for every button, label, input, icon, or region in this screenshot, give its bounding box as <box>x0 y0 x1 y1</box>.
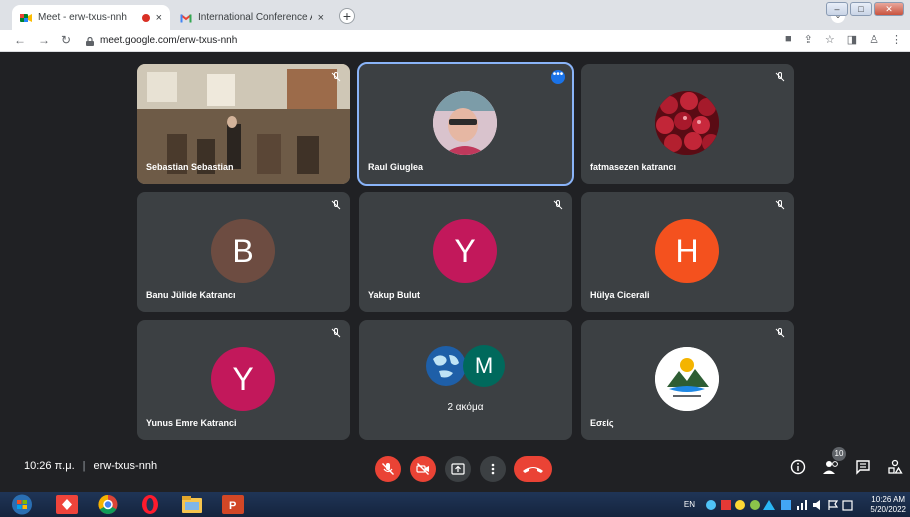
maximize-button[interactable]: □ <box>850 2 872 16</box>
participant-tile[interactable]: ••• Raul Giuglea <box>357 62 574 186</box>
participant-name: Banu Jülide Katrancı <box>146 290 236 300</box>
mic-off-icon <box>331 72 341 82</box>
profile-icon[interactable]: ♙ <box>869 33 879 46</box>
close-tab-icon[interactable]: × <box>318 12 324 24</box>
meet-favicon-icon <box>20 13 32 22</box>
tab-title: International Conference Agenda <box>198 12 312 23</box>
browser-tab-strip: Meet - erw-txus-nnh × International Conf… <box>0 0 910 30</box>
meet-control-bar: 10:26 π.μ. | erw-txus-nnh 10 <box>0 445 910 492</box>
windows-taskbar: P EN 10:26 AM 5/20/2022 <box>0 492 910 517</box>
browser-toolbar: ← → ↻ meet.google.com/erw-txus-nnh ■ ⇪ ☆… <box>0 30 910 52</box>
language-indicator[interactable]: EN <box>684 500 695 509</box>
clock-date: 5/20/2022 <box>870 505 906 514</box>
camera-off-icon <box>416 463 429 475</box>
reload-icon[interactable]: ↻ <box>61 33 71 47</box>
recording-indicator-icon <box>141 13 150 22</box>
cherries-photo <box>655 91 719 155</box>
tab-title: Meet - erw-txus-nnh <box>38 12 127 23</box>
avatar-initial: H <box>655 219 719 283</box>
people-icon[interactable] <box>822 459 840 475</box>
chat-icon[interactable] <box>855 459 871 475</box>
close-window-button[interactable]: ✕ <box>874 2 904 16</box>
bookmark-star-icon[interactable]: ☆ <box>825 33 835 46</box>
close-tab-icon[interactable]: × <box>156 12 162 24</box>
participant-tile[interactable]: Y Yunus Emre Katranci <box>137 320 350 440</box>
share-icon[interactable]: ⇪ <box>804 33 813 46</box>
windows-start-icon[interactable] <box>10 494 34 515</box>
mic-off-icon <box>775 328 785 338</box>
more-participants-label: 2 ακόμα <box>447 402 484 413</box>
avatar-initial: Y <box>211 347 275 411</box>
meeting-code: erw-txus-nnh <box>93 460 158 472</box>
opera-icon[interactable] <box>138 494 162 515</box>
mic-off-icon <box>775 200 785 210</box>
hang-up-icon <box>523 467 543 473</box>
mic-off-icon <box>553 200 563 210</box>
side-panel-icon[interactable]: ◨ <box>847 33 857 46</box>
forward-icon[interactable]: → <box>38 33 50 47</box>
back-icon[interactable]: ← <box>14 33 26 47</box>
participant-name: Hülya Cicerali <box>590 290 650 300</box>
camera-toggle-button[interactable] <box>410 456 436 482</box>
present-icon <box>451 463 465 475</box>
separator: | <box>82 460 86 472</box>
avatar-initial: M <box>463 345 505 387</box>
participant-photo <box>433 91 497 155</box>
taskbar-clock[interactable]: 10:26 AM 5/20/2022 <box>870 495 906 515</box>
avatar-initial: B <box>211 219 275 283</box>
toolbar-icons: ■ ⇪ ☆ ◨ ♙ ⋮ <box>785 33 902 46</box>
gmail-favicon-icon <box>180 13 192 22</box>
current-time: 10:26 π.μ. <box>24 460 75 472</box>
clock-time: 10:26 AM <box>871 495 906 504</box>
more-participants-tile[interactable]: M 2 ακόμα <box>359 320 572 440</box>
participant-name: Raul Giuglea <box>368 162 424 172</box>
participant-tile[interactable]: fatmasezen katrancı <box>581 64 794 184</box>
powerpoint-icon[interactable]: P <box>221 494 245 515</box>
participant-tile[interactable]: B Banu Jülide Katrancı <box>137 192 350 312</box>
present-screen-button[interactable] <box>445 456 471 482</box>
participant-name: Yunus Emre Katranci <box>146 418 237 428</box>
camera-in-use-icon[interactable]: ■ <box>785 33 792 46</box>
participant-name: Sebastian Sebastian <box>146 162 234 172</box>
chrome-icon[interactable] <box>96 494 120 515</box>
mic-off-icon <box>775 72 785 82</box>
leave-call-button[interactable] <box>514 456 552 482</box>
activities-icon[interactable] <box>887 459 903 475</box>
tray-icons <box>706 500 853 511</box>
mic-off-icon <box>331 328 341 338</box>
address-bar[interactable]: meet.google.com/erw-txus-nnh <box>86 32 776 50</box>
participant-tile[interactable]: Sebastian Sebastian <box>137 64 350 184</box>
anydesk-icon[interactable] <box>55 494 79 515</box>
participant-name: Εσείς <box>590 418 614 428</box>
mic-off-icon <box>382 463 394 475</box>
participant-logo <box>655 347 719 411</box>
mountain-logo-icon <box>655 347 719 411</box>
more-options-icon[interactable]: ••• <box>551 70 565 84</box>
participant-name: fatmasezen katrancı <box>590 162 677 172</box>
lock-icon <box>86 36 94 46</box>
participant-tile[interactable]: Y Yakup Bulut <box>359 192 572 312</box>
minimize-button[interactable]: – <box>826 2 848 16</box>
profile-photo <box>433 91 497 155</box>
meeting-info: 10:26 π.μ. | erw-txus-nnh <box>24 460 157 472</box>
self-tile[interactable]: Εσείς <box>581 320 794 440</box>
mic-toggle-button[interactable] <box>375 456 401 482</box>
tab-meet[interactable]: Meet - erw-txus-nnh × <box>12 5 170 30</box>
svg-text:P: P <box>229 500 236 512</box>
url-text: meet.google.com/erw-txus-nnh <box>100 35 238 46</box>
mic-off-icon <box>331 200 341 210</box>
participant-photo <box>655 91 719 155</box>
window-controls: – □ ✕ <box>826 2 904 16</box>
file-explorer-icon[interactable] <box>180 494 204 515</box>
more-options-button[interactable] <box>480 456 506 482</box>
participant-tile[interactable]: H Hülya Cicerali <box>581 192 794 312</box>
avatar-initial: Y <box>433 219 497 283</box>
participant-name: Yakup Bulut <box>368 290 421 300</box>
new-tab-button[interactable]: + <box>339 8 355 24</box>
menu-dots-icon[interactable]: ⋮ <box>891 33 902 46</box>
globe-logo-icon <box>426 346 466 386</box>
vertical-dots-icon <box>491 463 495 475</box>
tab-conference-agenda[interactable]: International Conference Agenda × <box>172 5 332 30</box>
meeting-details-icon[interactable] <box>790 459 806 475</box>
